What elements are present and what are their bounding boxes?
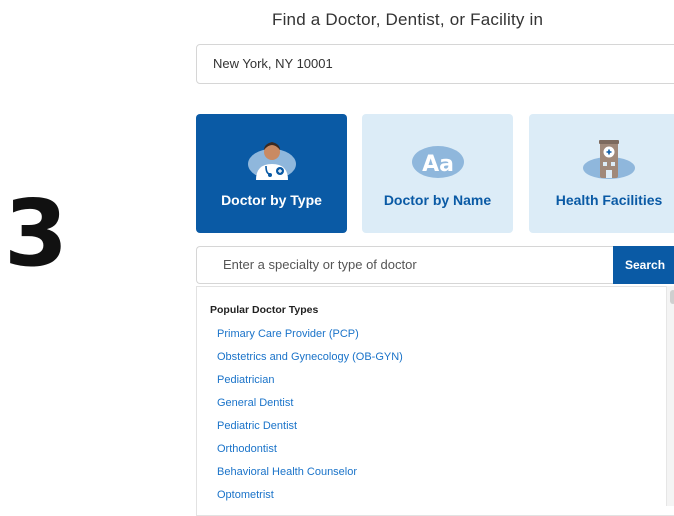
dropdown-scrollbar[interactable] [666, 286, 674, 506]
svg-text:Aa: Aa [422, 152, 454, 177]
list-item[interactable]: Pediatrician [217, 373, 403, 396]
doctor-icon [247, 142, 296, 180]
list-item[interactable]: Orthodontist [217, 442, 403, 465]
list-item[interactable]: General Dentist [217, 396, 403, 419]
location-input[interactable]: New York, NY 10001 [196, 44, 674, 84]
list-item[interactable]: Obstetrics and Gynecology (OB-GYN) [217, 350, 403, 373]
page-title: Find a Doctor, Dentist, or Facility in [272, 10, 544, 29]
tile-label: Health Facilities [555, 192, 663, 208]
list-item[interactable]: Optometrist [217, 488, 403, 511]
list-item[interactable]: Primary Care Provider (PCP) [217, 327, 403, 350]
search-button[interactable]: Search [613, 246, 674, 284]
scrollbar-thumb[interactable] [670, 290, 674, 304]
tab-doctor-by-name[interactable]: Aa Doctor by Name [362, 114, 513, 233]
doctor-types-list: Primary Care Provider (PCP) Obstetrics a… [217, 327, 403, 511]
specialty-search-input[interactable]: Enter a specialty or type of doctor [196, 246, 614, 284]
hospital-icon [583, 140, 635, 179]
list-item[interactable]: Pediatric Dentist [217, 419, 403, 442]
doctor-types-dropdown: Popular Doctor Types Primary Care Provid… [196, 286, 674, 516]
dropdown-heading: Popular Doctor Types [210, 304, 319, 316]
tab-doctor-by-type[interactable]: Doctor by Type [196, 114, 347, 233]
step-number: 3 [4, 180, 69, 287]
text-aa-icon: Aa [411, 146, 464, 178]
tab-health-facilities[interactable]: Health Facilities [529, 114, 674, 233]
tile-label: Doctor by Name [383, 192, 492, 208]
tile-label: Doctor by Type [221, 192, 322, 208]
list-item[interactable]: Behavioral Health Counselor [217, 465, 403, 488]
